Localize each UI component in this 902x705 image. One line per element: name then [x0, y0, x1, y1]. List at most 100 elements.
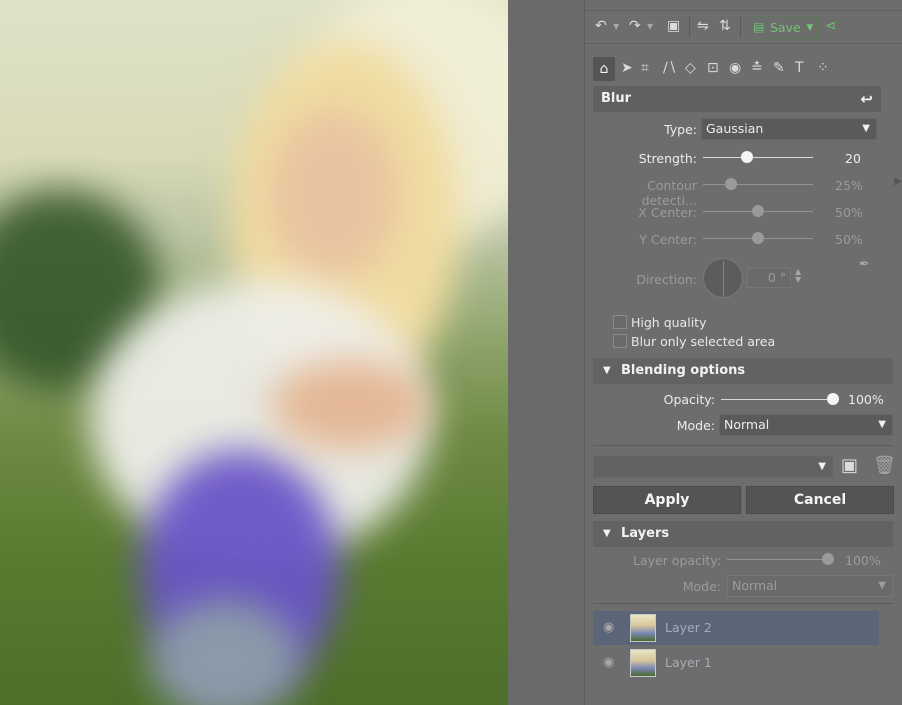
undo-dropdown-icon[interactable]: ▼ [613, 23, 619, 31]
contour-detection-label: Contour detecti... [641, 178, 697, 208]
chevron-down-icon: ▼ [818, 461, 826, 472]
layer-opacity-label: Layer opacity: [632, 553, 721, 568]
photo-face [268, 110, 398, 280]
eyedropper-icon[interactable]: ✒ [859, 258, 870, 271]
tool-strip: ⌂ ➤ ⌗ ∕∖ ◇ ⊡ ◉ ≛ ✎ T ⁘ [591, 57, 891, 81]
transform-icon[interactable]: ◇ [685, 60, 696, 76]
image-icon[interactable]: ▣ [667, 19, 680, 33]
direction-value: 0 ° [767, 270, 786, 285]
canvas-gutter [508, 0, 584, 705]
layer-thumbnail [630, 614, 656, 642]
reset-icon[interactable]: ↩ [860, 86, 873, 112]
delete-preset-icon[interactable]: 🗑 [873, 457, 896, 475]
y-center-value[interactable]: 50% [835, 232, 863, 247]
toolbar-divider [740, 16, 741, 38]
divider [593, 445, 893, 446]
levels-icon[interactable]: ≛ [751, 60, 763, 76]
contour-detection-slider-knob[interactable] [724, 178, 737, 190]
layers-title: Layers [621, 526, 670, 541]
save-preset-icon[interactable]: ▣ [841, 457, 858, 475]
effects-icon[interactable]: ⁘ [817, 60, 829, 76]
tool-panel: ↶ ▼ ↷ ▼ ▣ ⇋ ⇅ ▤ Save ▼ ⋖ ⌂ ➤ ⌗ ∕∖ ◇ ⊡ ◉ … [584, 0, 902, 705]
divider [593, 603, 893, 604]
chevron-down-icon: ▼ [878, 580, 886, 591]
adjust-icon[interactable]: ⊡ [707, 60, 719, 76]
layers-header[interactable]: ▼ Layers [593, 521, 893, 547]
cancel-button[interactable]: Cancel [746, 486, 894, 514]
toolbar-divider [689, 16, 690, 38]
crop-icon[interactable]: ⌗ [641, 60, 649, 76]
blur-section-header: Blur ↩ [593, 86, 881, 112]
blur-selected-area-checkbox[interactable] [613, 334, 627, 348]
save-dropdown-button[interactable]: ▼ [803, 17, 817, 39]
mode-value: Normal [724, 417, 770, 432]
direction-dial-needle [723, 261, 724, 297]
mode-label: Mode: [676, 418, 715, 433]
strength-slider[interactable] [703, 157, 813, 158]
opacity-slider[interactable] [721, 399, 833, 400]
pointer-icon[interactable]: ➤ [621, 60, 633, 76]
layer-mode-label: Mode: [682, 579, 721, 594]
layer-mode-value: Normal [732, 578, 778, 593]
direction-stepper-icon[interactable]: ▲ ▼ [795, 268, 801, 284]
layer-row[interactable]: ◉ Layer 1 [593, 646, 879, 680]
blending-options-title: Blending options [621, 363, 746, 378]
redo-dropdown-icon[interactable]: ▼ [647, 23, 653, 31]
direction-input[interactable]: 0 ° [747, 268, 791, 288]
layer-opacity-slider[interactable] [727, 559, 833, 560]
flip-horizontal-icon[interactable]: ⇋ [697, 19, 709, 33]
y-center-label: Y Center: [639, 232, 697, 247]
save-button[interactable]: ▤ Save [747, 17, 805, 39]
undo-icon[interactable]: ↶ [595, 19, 607, 33]
chevron-down-icon: ▼ [878, 419, 886, 430]
redo-icon[interactable]: ↷ [629, 19, 641, 33]
share-icon[interactable]: ⋖ [825, 19, 837, 33]
eye-icon[interactable]: ◉ [603, 620, 614, 635]
contour-detection-slider[interactable] [703, 184, 813, 185]
blending-options-header[interactable]: ▼ Blending options [593, 358, 893, 384]
x-center-label: X Center: [638, 205, 697, 220]
opacity-slider-knob[interactable] [827, 393, 839, 405]
blur-selected-area-label[interactable]: Blur only selected area [631, 334, 775, 349]
direction-label: Direction: [636, 272, 697, 287]
type-value: Gaussian [706, 121, 764, 136]
apply-button[interactable]: Apply [593, 486, 741, 514]
layer-opacity-value[interactable]: 100% [845, 553, 881, 568]
perspective-icon[interactable]: ∕∖ [663, 60, 677, 76]
layer-mode-select[interactable]: Normal ▼ [727, 575, 893, 597]
flip-vertical-icon[interactable]: ⇅ [719, 19, 731, 33]
home-icon[interactable]: ⌂ [593, 57, 615, 81]
eye-icon[interactable]: ◉ [603, 655, 614, 670]
layer-name: Layer 1 [665, 655, 712, 670]
strength-slider-knob[interactable] [741, 151, 753, 163]
photo-canvas[interactable] [0, 0, 508, 705]
panel-collapse-icon[interactable]: ▶ [894, 176, 902, 187]
save-icon: ▤ [753, 20, 765, 34]
caret-down-icon: ▼ [603, 365, 611, 376]
type-label: Type: [664, 122, 697, 137]
blur-title: Blur [601, 91, 632, 106]
chevron-down-icon: ▼ [862, 123, 870, 134]
high-quality-label[interactable]: High quality [631, 315, 706, 330]
mode-select[interactable]: Normal ▼ [719, 414, 893, 436]
caret-down-icon: ▼ [603, 528, 611, 539]
opacity-value[interactable]: 100% [848, 392, 884, 407]
save-label: Save [770, 20, 801, 35]
strength-value[interactable]: 20 [845, 151, 861, 166]
y-center-slider-knob[interactable] [752, 232, 764, 244]
direction-dial[interactable] [703, 258, 743, 298]
high-quality-checkbox[interactable] [613, 315, 627, 329]
text-icon[interactable]: T [795, 60, 804, 76]
eye-icon[interactable]: ◉ [729, 60, 741, 76]
contour-detection-value[interactable]: 25% [835, 178, 863, 193]
type-select[interactable]: Gaussian ▼ [701, 118, 877, 140]
preset-select[interactable]: ▼ [593, 456, 833, 478]
photo-hand [270, 360, 430, 450]
layer-opacity-slider-knob[interactable] [822, 553, 834, 565]
layer-name: Layer 2 [665, 620, 712, 635]
opacity-label: Opacity: [663, 392, 715, 407]
brush-icon[interactable]: ✎ [773, 60, 785, 76]
x-center-value[interactable]: 50% [835, 205, 863, 220]
x-center-slider-knob[interactable] [752, 205, 764, 217]
layer-row[interactable]: ◉ Layer 2 [593, 611, 879, 645]
